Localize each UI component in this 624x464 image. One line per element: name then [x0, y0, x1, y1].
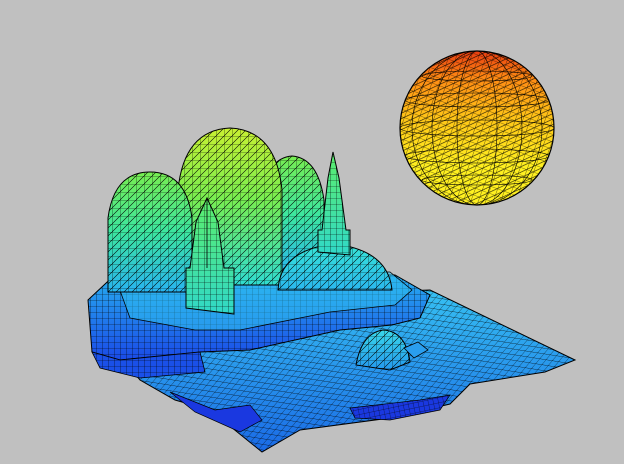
sphere — [399, 50, 555, 206]
left-dome — [107, 171, 193, 293]
wireframe-3d-scene — [87, 50, 577, 453]
